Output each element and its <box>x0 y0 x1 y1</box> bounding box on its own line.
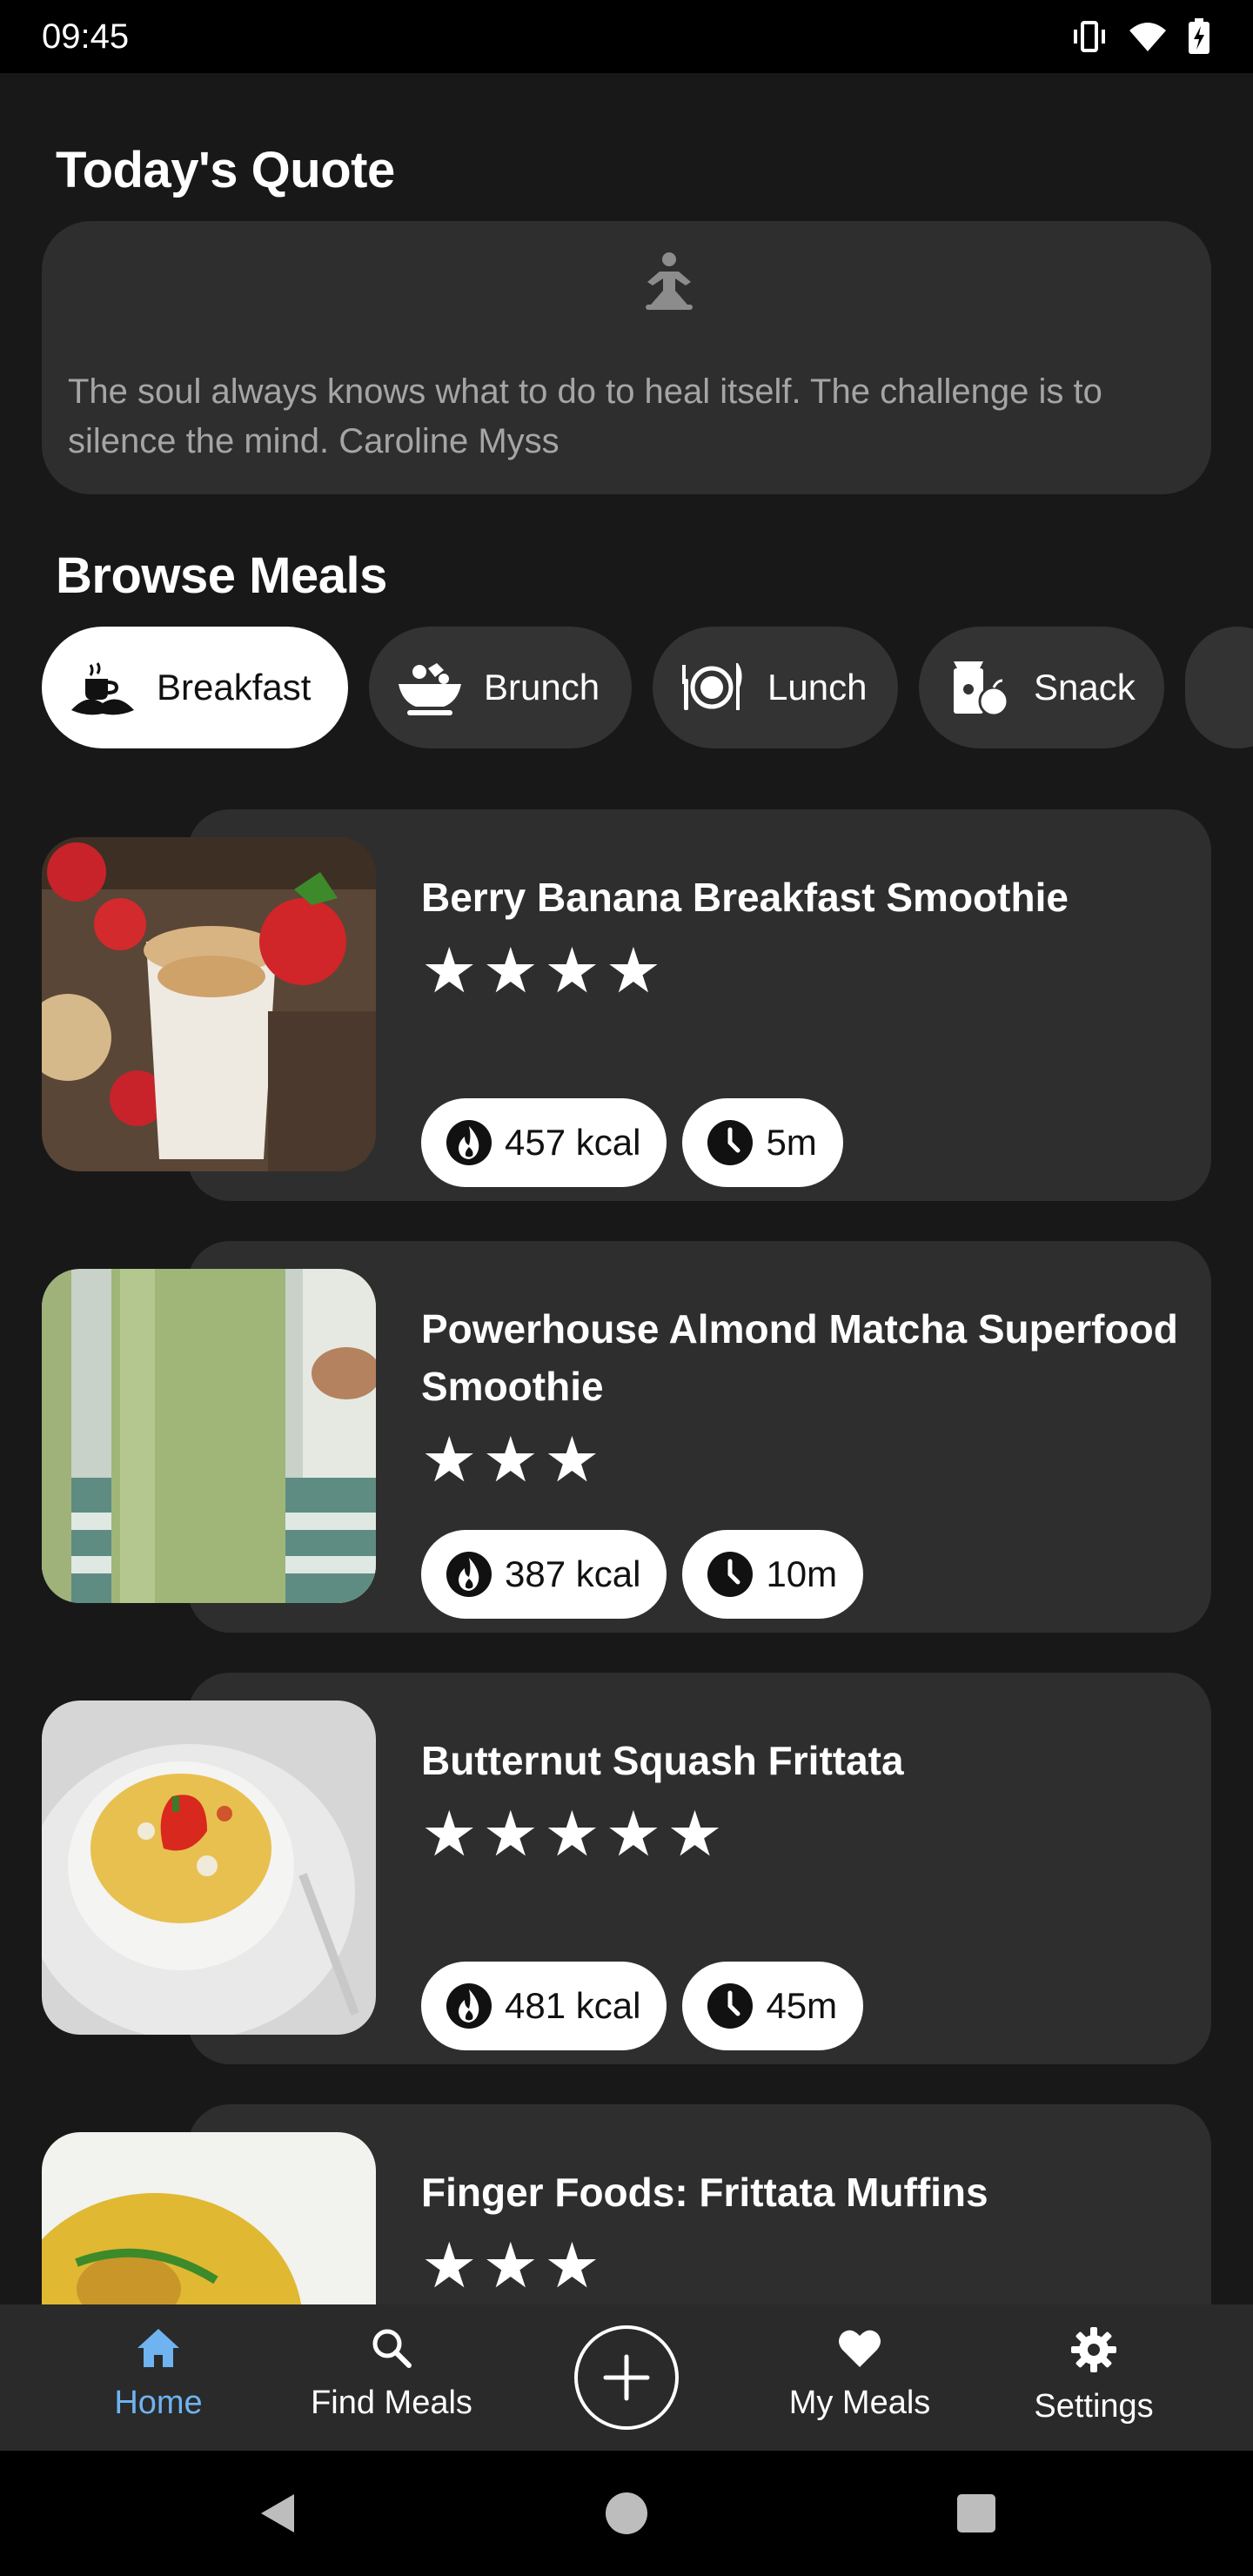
chip-brunch[interactable]: Brunch <box>369 627 632 748</box>
home-icon <box>137 2329 179 2367</box>
time-pill: 45m <box>682 1962 864 2050</box>
star-rating: ★★★ <box>421 2231 606 2301</box>
quote-section-title: Today's Quote <box>56 142 395 198</box>
snack-icon <box>945 653 1015 722</box>
vibrate-icon <box>1074 21 1105 52</box>
wifi-icon <box>1129 23 1166 51</box>
quote-text: The soul always knows what to do to heal… <box>68 372 1102 460</box>
recents-button[interactable] <box>948 2485 1004 2541</box>
add-meal-button[interactable] <box>574 2325 679 2430</box>
system-navigation-bar <box>0 2451 1253 2576</box>
browse-section-title: Browse Meals <box>56 547 387 604</box>
meal-info-pills: 457 kcal 5m <box>421 1098 843 1187</box>
star-rating: ★★★★ <box>421 936 667 1006</box>
chip-label: Snack <box>1034 667 1136 708</box>
back-button[interactable] <box>249 2485 305 2541</box>
breakfast-icon <box>68 653 137 722</box>
nav-label: Settings <box>1034 2388 1154 2425</box>
meal-title: Finger Foods: Frittata Muffins <box>421 2170 988 2215</box>
meal-card[interactable]: Powerhouse Almond Matcha Superfood Smoot… <box>42 1241 1211 1633</box>
flame-icon <box>446 1552 492 1597</box>
square-icon <box>957 2494 995 2532</box>
meal-card[interactable]: Butternut Squash Frittata ★★★★★ 481 kcal… <box>42 1673 1211 2064</box>
meal-title: Berry Banana Breakfast Smoothie <box>421 875 1069 920</box>
heart-icon <box>839 2330 881 2367</box>
meal-photo <box>42 1269 376 1603</box>
meal-title: Powerhouse Almond Matcha Superfood Smoot… <box>421 1306 1178 1409</box>
chip-more[interactable] <box>1185 627 1253 748</box>
lunch-icon <box>679 653 748 722</box>
time-text: 5m <box>766 1122 817 1163</box>
nav-label: My Meals <box>788 2385 931 2421</box>
flame-icon <box>446 1120 492 1165</box>
chip-breakfast[interactable]: Breakfast <box>42 627 348 748</box>
calories-text: 387 kcal <box>505 1553 641 1594</box>
time-text: 45m <box>766 1985 838 2026</box>
time-text: 10m <box>766 1553 838 1594</box>
circle-icon <box>606 2492 647 2534</box>
bottom-navigation: Home Find Meals My Meals Settings <box>0 2304 1253 2451</box>
calories-text: 457 kcal <box>505 1122 641 1163</box>
time-pill: 10m <box>682 1530 864 1619</box>
nav-label: Home <box>114 2385 203 2421</box>
status-bar: 09:45 <box>0 0 1253 73</box>
status-time: 09:45 <box>42 17 130 56</box>
flame-icon <box>446 1983 492 2029</box>
nav-label: Find Meals <box>311 2385 472 2421</box>
meal-photo <box>42 1701 376 2035</box>
meal-photo <box>42 837 376 1171</box>
brunch-icon <box>395 653 465 722</box>
nav-home[interactable]: Home <box>45 2304 271 2451</box>
gear-icon <box>1071 2327 1116 2372</box>
back-icon <box>261 2494 294 2532</box>
chip-lunch[interactable]: Lunch <box>653 627 898 748</box>
calories-pill: 457 kcal <box>421 1098 667 1187</box>
calories-pill: 481 kcal <box>421 1962 667 2050</box>
meditation-icon <box>646 252 693 310</box>
meal-info-pills: 387 kcal 10m <box>421 1530 864 1619</box>
meal-card[interactable]: Berry Banana Breakfast Smoothie ★★★★ 457… <box>42 809 1211 1201</box>
home-system-button[interactable] <box>599 2485 654 2541</box>
nav-my-meals[interactable]: My Meals <box>747 2304 973 2451</box>
plus-icon <box>603 2354 650 2401</box>
nav-find-meals[interactable]: Find Meals <box>278 2304 505 2451</box>
quote-card: The soul always knows what to do to heal… <box>42 221 1211 494</box>
meal-info-pills: 481 kcal 45m <box>421 1962 864 2050</box>
clock-icon <box>707 1983 754 2029</box>
calories-pill: 387 kcal <box>421 1530 667 1619</box>
nav-settings[interactable]: Settings <box>981 2304 1207 2451</box>
chip-label: Breakfast <box>157 667 312 708</box>
calories-text: 481 kcal <box>505 1985 641 2026</box>
clock-icon <box>707 1120 754 1165</box>
chip-snack[interactable]: Snack <box>919 627 1164 748</box>
meal-title: Butternut Squash Frittata <box>421 1738 904 1783</box>
star-rating: ★★★★★ <box>421 1800 728 1869</box>
clock-icon <box>707 1552 754 1597</box>
status-icons <box>1070 18 1211 55</box>
star-rating: ★★★ <box>421 1426 606 1495</box>
category-chips: Breakfast Brunch Lunch Snack <box>42 627 1253 748</box>
chip-label: Brunch <box>484 667 600 708</box>
time-pill: 5m <box>682 1098 843 1187</box>
search-icon <box>372 2329 412 2368</box>
battery-charging-icon <box>1189 18 1209 54</box>
chip-label: Lunch <box>767 667 868 708</box>
